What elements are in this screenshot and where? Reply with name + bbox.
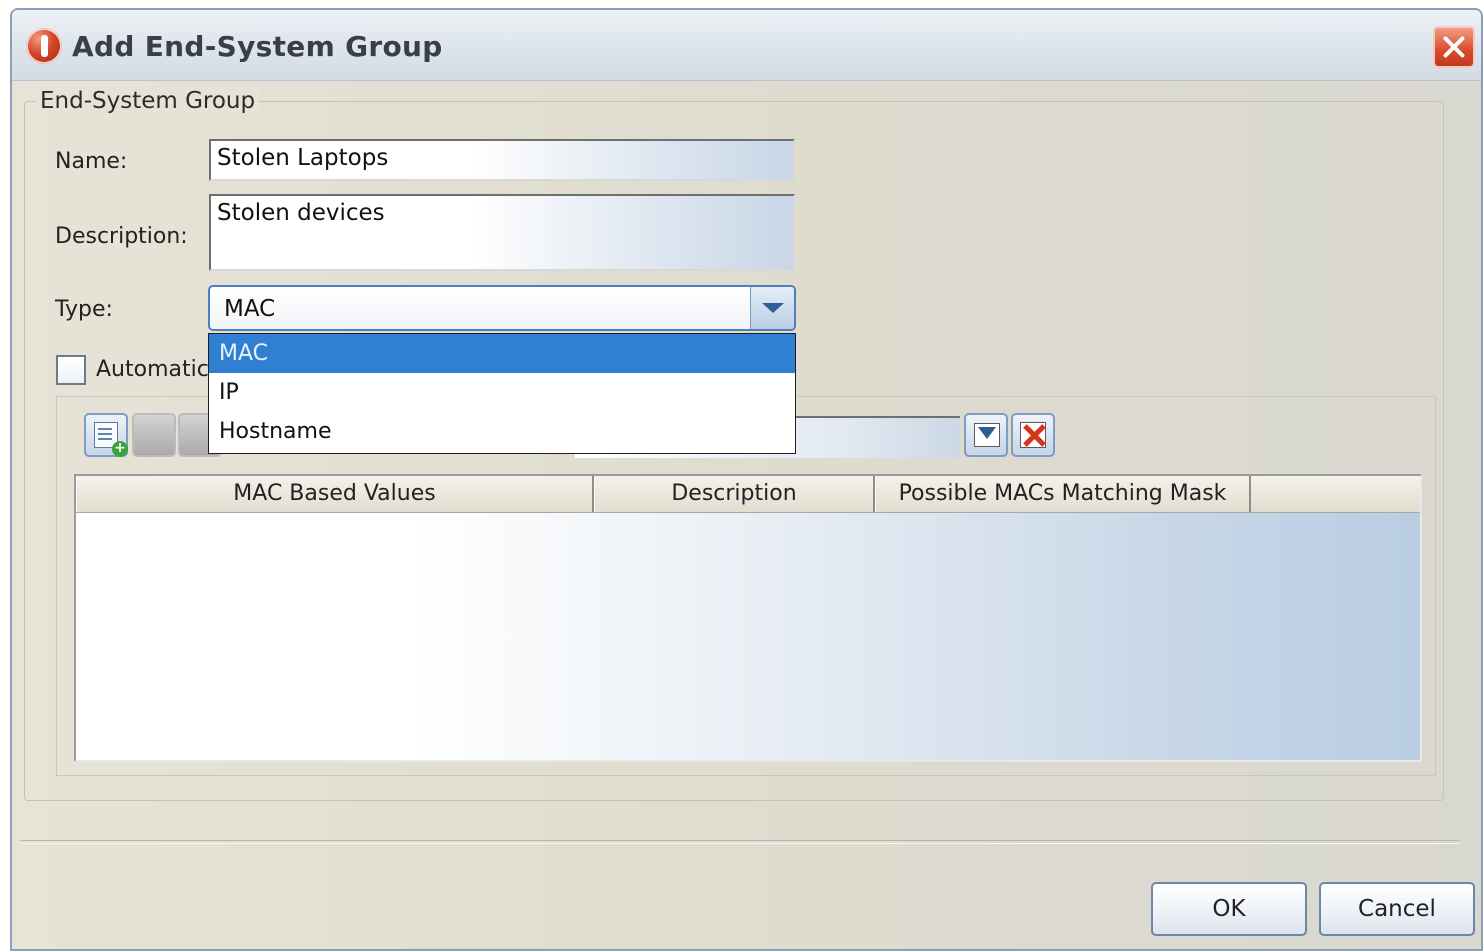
values-table[interactable]: MAC Based Values Description Possible MA… bbox=[74, 474, 1422, 762]
name-label: Name: bbox=[55, 149, 128, 174]
type-select[interactable]: MAC bbox=[208, 285, 796, 331]
type-dropdown-list: MAC IP Hostname bbox=[208, 333, 796, 454]
type-option-ip[interactable]: IP bbox=[209, 373, 795, 412]
filter-icon bbox=[974, 423, 1000, 447]
type-option-hostname[interactable]: Hostname bbox=[209, 412, 795, 451]
description-field[interactable]: Stolen devices bbox=[209, 194, 795, 271]
dialog-title: Add End-System Group bbox=[72, 30, 443, 63]
add-row-button[interactable] bbox=[84, 413, 128, 457]
automatic-label: Automatic bbox=[96, 357, 209, 382]
type-label: Type: bbox=[55, 297, 113, 322]
column-header-possible-macs[interactable]: Possible MACs Matching Mask bbox=[875, 476, 1251, 512]
table-header: MAC Based Values Description Possible MA… bbox=[76, 476, 1420, 513]
clear-filter-icon bbox=[1020, 422, 1046, 448]
close-button[interactable] bbox=[1433, 26, 1475, 68]
chevron-down-icon[interactable] bbox=[750, 287, 794, 329]
title-bar: Add End-System Group bbox=[12, 10, 1481, 81]
cancel-button[interactable]: Cancel bbox=[1319, 882, 1475, 936]
add-row-icon bbox=[94, 422, 128, 457]
description-label: Description: bbox=[55, 224, 188, 249]
edit-row-button[interactable] bbox=[132, 413, 176, 457]
filter-button[interactable] bbox=[964, 413, 1008, 457]
type-select-value: MAC bbox=[224, 296, 276, 322]
app-icon bbox=[26, 28, 62, 64]
footer-separator bbox=[20, 840, 1460, 844]
type-option-mac[interactable]: MAC bbox=[209, 334, 795, 373]
ok-button[interactable]: OK bbox=[1151, 882, 1307, 936]
automatic-checkbox[interactable] bbox=[56, 355, 86, 385]
group-legend: End-System Group bbox=[36, 88, 260, 114]
clear-filter-button[interactable] bbox=[1011, 413, 1055, 457]
column-header-mac-values[interactable]: MAC Based Values bbox=[76, 476, 594, 512]
name-field[interactable]: Stolen Laptops bbox=[209, 139, 795, 181]
column-header-description[interactable]: Description bbox=[594, 476, 875, 512]
